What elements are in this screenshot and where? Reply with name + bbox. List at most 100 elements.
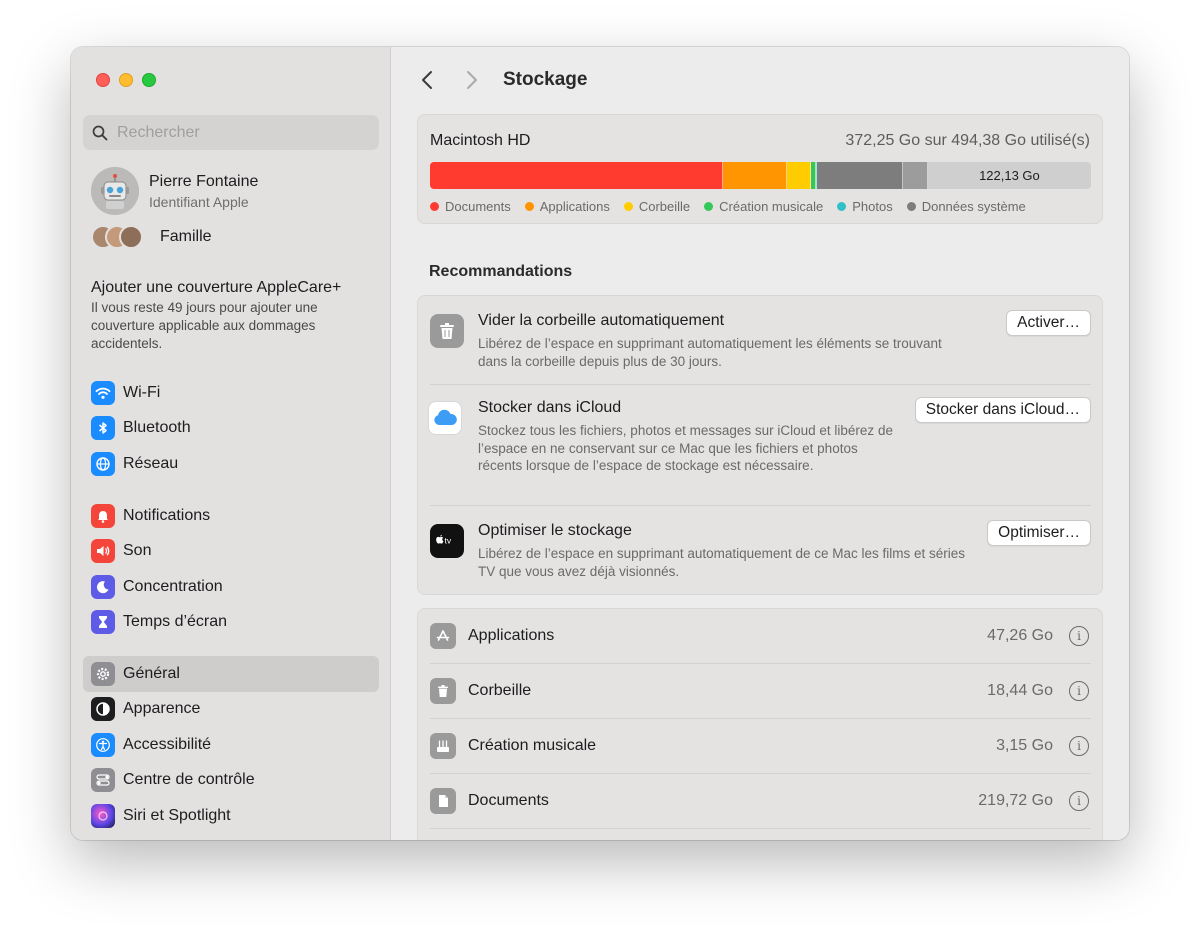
- apple-account[interactable]: Pierre Fontaine Identifiant Apple: [91, 167, 258, 215]
- forward-button[interactable]: [462, 69, 482, 91]
- sidebar-item-screen-time[interactable]: Temps d’écran: [83, 605, 379, 641]
- recommendation-description: Libérez de l’espace en supprimant automa…: [478, 546, 965, 579]
- search-icon: [92, 125, 108, 140]
- appletv-icon: tv: [430, 524, 464, 558]
- storage-segment-6[interactable]: [903, 162, 928, 189]
- legend-dot: [623, 202, 633, 211]
- page-title: Stockage: [503, 69, 588, 90]
- recommendations-title: Recommandations: [429, 263, 573, 280]
- back-button[interactable]: [417, 69, 437, 91]
- toolbar: Stockage: [391, 47, 1129, 107]
- close-window-button[interactable]: [96, 73, 110, 87]
- storage-categories-card: Applications 47,26 Go i Corbeille 18,44 …: [417, 608, 1103, 840]
- sidebar-group-network: Wi-Fi Bluetooth Réseau: [83, 375, 379, 482]
- sidebar-item-label: Temps d’écran: [123, 613, 228, 631]
- sidebar-item-network[interactable]: Réseau: [83, 446, 379, 482]
- sidebar-item-label: Notifications: [123, 506, 211, 524]
- info-button[interactable]: i: [1069, 736, 1089, 756]
- family-avatar: [119, 225, 143, 249]
- storage-segment-2[interactable]: [786, 162, 812, 189]
- info-button[interactable]: i: [1069, 791, 1089, 811]
- info-button[interactable]: i: [1069, 626, 1089, 646]
- siri-icon: [91, 803, 115, 828]
- applecare-title: Ajouter une couverture AppleCare+: [91, 279, 342, 296]
- info-button[interactable]: i: [1069, 681, 1089, 701]
- category-row-music-creation[interactable]: Création musicale 3,15 Go i: [430, 719, 1091, 773]
- legend-label: Création musicale: [719, 199, 824, 214]
- legend-item: Applications: [524, 199, 610, 214]
- bluetooth-icon: [91, 416, 115, 441]
- app-store-icon: [430, 623, 456, 649]
- trash-icon: [430, 678, 456, 704]
- sidebar-item-label: Bluetooth: [123, 419, 191, 437]
- category-label: Documents: [468, 792, 549, 809]
- legend-label: Applications: [539, 199, 610, 214]
- sidebar-item-siri-spotlight[interactable]: Siri et Spotlight: [83, 798, 379, 834]
- sidebar-item-focus[interactable]: Concentration: [83, 569, 379, 605]
- storage-bar[interactable]: 122,13 Go: [430, 162, 1091, 189]
- divider: [430, 384, 1091, 385]
- sidebar-item-label: Centre de contrôle: [123, 771, 255, 789]
- disk-name: Macintosh HD: [430, 132, 531, 149]
- main-pane: Stockage Macintosh HD 372,25 Go sur 494,…: [391, 47, 1129, 840]
- music-creation-icon: [430, 733, 456, 759]
- minimize-window-button[interactable]: [119, 73, 133, 87]
- activate-button[interactable]: Activer…: [1006, 310, 1091, 336]
- sidebar-group-system: Général Apparence Accessibilité Centre d…: [83, 656, 379, 834]
- category-row-documents[interactable]: Documents 219,72 Go i: [430, 774, 1091, 828]
- family-avatars: [91, 225, 151, 249]
- sidebar-item-appearance[interactable]: Apparence: [83, 692, 379, 728]
- search-input[interactable]: [117, 123, 357, 142]
- legend-label: Corbeille: [638, 199, 691, 214]
- search-field[interactable]: [83, 115, 379, 150]
- legend-label: Photos: [852, 199, 893, 214]
- applecare-text: Il vous reste 49 jours pour ajouter une …: [91, 300, 318, 351]
- category-label: Corbeille: [468, 682, 532, 699]
- store-in-icloud-button[interactable]: Stocker dans iCloud…: [914, 397, 1091, 423]
- category-size: 47,26 Go: [987, 627, 1053, 644]
- appletv-icon-text: tv: [445, 536, 452, 546]
- appearance-icon: [91, 697, 115, 722]
- optimize-button[interactable]: Optimiser…: [987, 520, 1091, 546]
- category-label: Applications: [468, 627, 555, 644]
- category-size: 3,15 Go: [996, 737, 1053, 754]
- sidebar-group-notifications: Notifications Son Concentration Temps d’…: [83, 498, 379, 640]
- toggles-icon: [91, 768, 115, 793]
- sidebar-item-general[interactable]: Général: [83, 656, 379, 692]
- category-size: 18,44 Go: [987, 682, 1053, 699]
- storage-segment-0[interactable]: [430, 162, 724, 189]
- trash-icon: [430, 314, 464, 348]
- sidebar-item-accessibility[interactable]: Accessibilité: [83, 727, 379, 763]
- bell-icon: [91, 503, 115, 528]
- chevron-right-icon: [467, 71, 477, 89]
- category-row-applications[interactable]: Applications 47,26 Go i: [430, 609, 1091, 663]
- applecare-banner[interactable]: Ajouter une couverture AppleCare+ Il vou…: [91, 279, 371, 353]
- category-row-trash[interactable]: Corbeille 18,44 Go i: [430, 664, 1091, 718]
- zoom-window-button[interactable]: [142, 73, 156, 87]
- divider: [430, 505, 1091, 506]
- recommendation-title: Stocker dans iCloud: [478, 399, 622, 416]
- hourglass-icon: [91, 610, 115, 635]
- profile-name: Pierre Fontaine: [149, 172, 259, 190]
- moon-icon: [91, 574, 115, 599]
- sidebar-item-control-center[interactable]: Centre de contrôle: [83, 763, 379, 799]
- sidebar-item-wifi[interactable]: Wi-Fi: [83, 375, 379, 411]
- sidebar-item-label: Son: [123, 542, 152, 560]
- chevron-left-icon: [422, 71, 432, 89]
- storage-segment-1[interactable]: [723, 162, 787, 189]
- sidebar-item-bluetooth[interactable]: Bluetooth: [83, 411, 379, 447]
- legend-item: Documents: [430, 199, 511, 214]
- storage-segment-5[interactable]: [817, 162, 904, 189]
- sidebar-item-notifications[interactable]: Notifications: [83, 498, 379, 534]
- sidebar-item-label: Réseau: [123, 454, 179, 472]
- divider: [430, 828, 1091, 829]
- recommendations-card: Vider la corbeille automatiquement Libér…: [417, 295, 1103, 595]
- wifi-icon: [91, 380, 115, 405]
- window-controls: [96, 73, 156, 87]
- sidebar-item-sound[interactable]: Son: [83, 534, 379, 570]
- family-label: Famille: [160, 228, 212, 245]
- sidebar: Pierre Fontaine Identifiant Apple Famill…: [71, 47, 391, 840]
- family-item[interactable]: Famille: [91, 225, 212, 249]
- legend-item: Données système: [906, 199, 1026, 214]
- globe-icon: [91, 451, 115, 476]
